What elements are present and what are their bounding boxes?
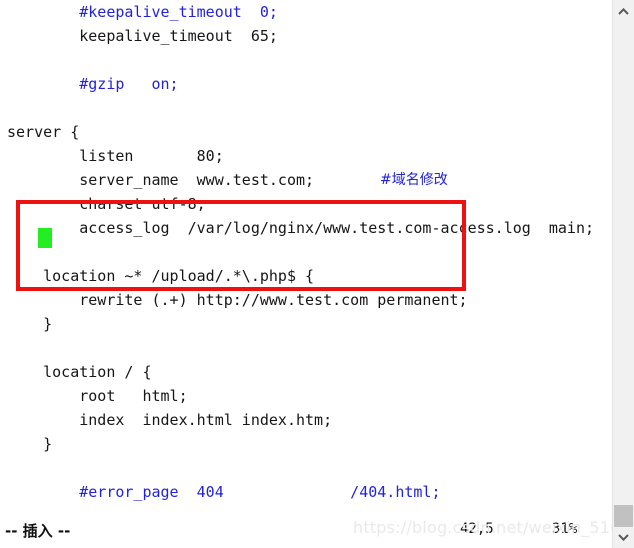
- code-line: root html;: [0, 384, 612, 408]
- code-token: keepalive_timeout 65;: [7, 27, 278, 45]
- code-line: #error_page 404 /404.html;: [0, 480, 612, 504]
- scroll-percent-indicator: 31%: [552, 521, 578, 537]
- code-token: location ~* /upload/.*\.php$ {: [7, 267, 315, 285]
- code-token: #error_page 404 /404.html;: [7, 483, 441, 501]
- code-line: server {: [0, 120, 612, 144]
- inline-comment: #域名修改: [380, 172, 448, 188]
- code-line: charset utf-8;: [0, 192, 612, 216]
- code-token: root html;: [7, 387, 188, 405]
- code-line: listen 80;: [0, 144, 612, 168]
- code-token: location / {: [7, 363, 152, 381]
- cursor-position-indicator: 42,5: [460, 521, 494, 537]
- code-token: #keepalive_timeout 0;: [7, 3, 278, 21]
- code-line: #keepalive_timeout 0;: [0, 0, 612, 24]
- code-token: }: [7, 435, 53, 453]
- code-line: keepalive_timeout 65;: [0, 24, 612, 48]
- code-line: location / {: [0, 360, 612, 384]
- scroll-up-arrow-icon[interactable]: [613, 1, 634, 21]
- vertical-scrollbar[interactable]: [612, 0, 634, 548]
- code-line: location ~* /upload/.*\.php$ {: [0, 264, 612, 288]
- code-line: server_name www.test.com; #域名修改: [0, 168, 612, 192]
- code-token: #gzip on;: [7, 75, 179, 93]
- code-line: }: [0, 432, 612, 456]
- code-token: charset utf-8;: [7, 195, 206, 213]
- code-token: }: [7, 315, 53, 333]
- code-line: rewrite (.+) http://www.test.com permane…: [0, 288, 612, 312]
- chevron-down-icon: [618, 533, 629, 541]
- code-editor-area[interactable]: #keepalive_timeout 0; keepalive_timeout …: [0, 0, 612, 514]
- code-token: access_log /var/log/nginx/www.test.com-a…: [7, 219, 594, 237]
- scroll-down-arrow-icon[interactable]: [613, 527, 634, 547]
- code-line: #gzip on;: [0, 72, 612, 96]
- status-bar: -- 插入 -- 42,5 31%: [0, 514, 612, 548]
- code-token: rewrite (.+) http://www.test.com permane…: [7, 291, 468, 309]
- scrollbar-thumb[interactable]: [614, 505, 633, 527]
- editor-mode-indicator: -- 插入 --: [5, 522, 71, 540]
- code-token: server_name www.test.com;: [7, 171, 315, 189]
- text-cursor-block: [38, 228, 52, 248]
- code-line: }: [0, 312, 612, 336]
- code-token: listen 80;: [7, 147, 224, 165]
- chevron-up-icon: [618, 7, 629, 15]
- code-token: index index.html index.htm;: [7, 411, 333, 429]
- vim-editor-window: #keepalive_timeout 0; keepalive_timeout …: [0, 0, 634, 548]
- code-line: index index.html index.htm;: [0, 408, 612, 432]
- code-line: access_log /var/log/nginx/www.test.com-a…: [0, 216, 612, 240]
- code-token: server {: [7, 123, 80, 141]
